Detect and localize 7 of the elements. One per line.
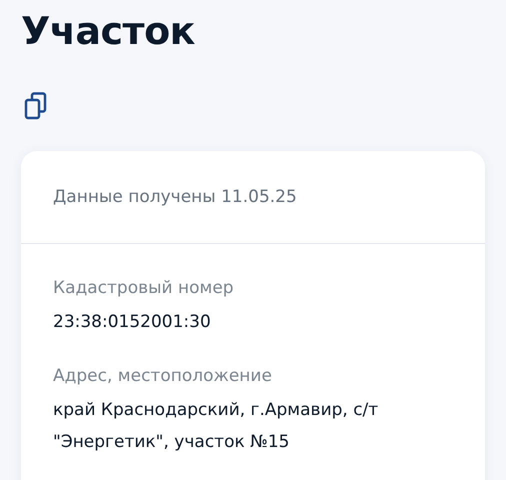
field-label: Адрес, местоположение (53, 365, 273, 388)
page-title: Участок (21, 8, 196, 55)
field-label: Кадастровый номер (53, 277, 235, 300)
copy-icon[interactable] (24, 92, 48, 120)
field-value: 23:38:0152001:30 (53, 311, 212, 334)
data-date: Данные получены 11.05.25 (53, 187, 297, 207)
field-value: край Краснодарский, г.Армавир, с/т "Энергетик", участок №15 (53, 399, 380, 454)
